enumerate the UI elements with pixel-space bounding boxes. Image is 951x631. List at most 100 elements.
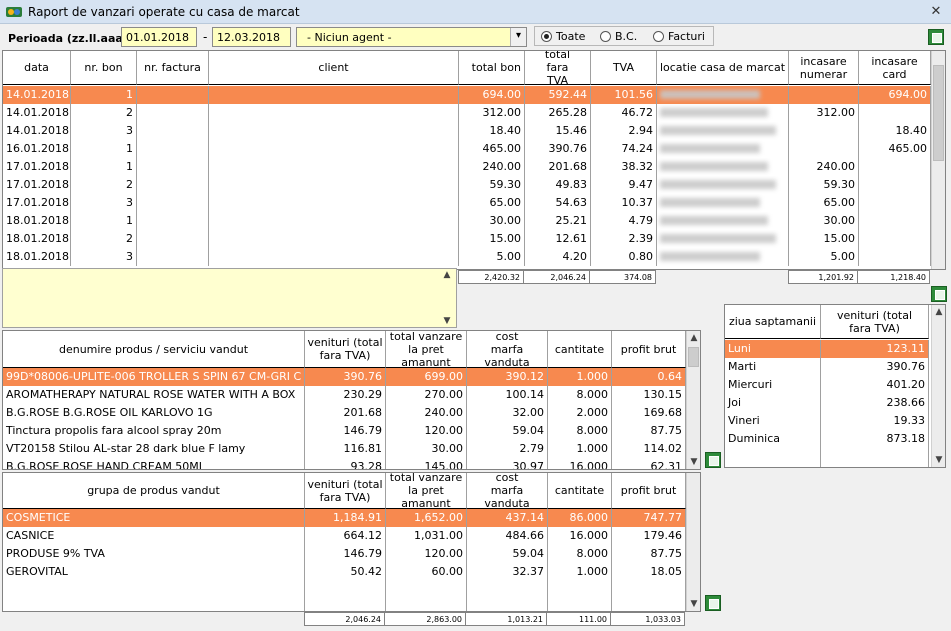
col-group-cost[interactable]: cost marfa vanduta (467, 473, 548, 510)
table-row[interactable]: AROMATHERAPY NATURAL ROSE WATER WITH A B… (3, 386, 686, 404)
weekday-body: Luni 123.11 Marti 390.76 Miercuri 401.20 Joi 23… (725, 340, 929, 467)
groups-table: grupa de produs vandut venituri (total f… (2, 472, 701, 612)
table-cell: 694.00 (459, 86, 525, 104)
col-group-retail[interactable]: total vanzare la pret amanunt (386, 473, 467, 510)
scroll-down-arrow-icon[interactable]: ▼ (932, 455, 945, 465)
close-icon[interactable]: ✕ (927, 3, 945, 21)
table-cell: 312.00 (459, 104, 525, 122)
table-row[interactable]: 14.01.2018 1 694.00 592.44 101.56 694.00 (3, 86, 931, 104)
agent-select[interactable]: - Niciun agent - ▾ (296, 27, 527, 47)
table-row[interactable]: CASNICE 664.12 1,031.00 484.66 16.000 179.46 (3, 527, 686, 545)
table-row[interactable]: Miercuri 401.20 (725, 376, 929, 394)
table-cell: Joi (725, 394, 821, 412)
scroll-up-arrow-icon[interactable]: ▲ (687, 333, 700, 343)
table-cell: 30.97 (467, 458, 548, 469)
col-group-qty[interactable]: cantitate (548, 473, 612, 509)
table-row[interactable]: Luni 123.11 (725, 340, 929, 358)
table-row[interactable]: 14.01.2018 3 18.40 15.46 2.94 18.40 (3, 122, 931, 140)
col-product-revenue[interactable]: venituri (total fara TVA) (305, 331, 386, 368)
col-product-name[interactable]: denumire produs / serviciu vandut (3, 331, 305, 368)
col-group-revenue[interactable]: venituri (total fara TVA) (305, 473, 386, 509)
products-scroll-thumb[interactable] (688, 347, 699, 367)
notes-memo[interactable]: ▲ ▼ (2, 268, 457, 328)
col-location[interactable]: locatie casa de marcat (657, 51, 789, 85)
table-cell: 4.79 (591, 212, 657, 230)
scroll-down-arrow-icon[interactable]: ▼ (687, 457, 700, 467)
scroll-up-arrow-icon[interactable]: ▲ (932, 307, 945, 317)
table-row[interactable]: 16.01.2018 1 465.00 390.76 74.24 465.00 (3, 140, 931, 158)
col-weekday-revenue[interactable]: venituri (total fara TVA) (821, 305, 929, 339)
table-row[interactable]: 17.01.2018 2 59.30 49.83 9.47 59.30 (3, 176, 931, 194)
date-from-input[interactable]: 01.01.2018 (121, 27, 197, 47)
receipts-scroll-thumb[interactable] (933, 65, 944, 161)
scroll-up-arrow-icon[interactable]: ▲ (440, 270, 454, 280)
scroll-down-arrow-icon[interactable]: ▼ (687, 599, 700, 609)
table-row[interactable]: B.G.ROSE ROSE HAND CREAM 50ML 93.28 145.00… (3, 458, 686, 469)
table-row[interactable]: B.G.ROSE B.G.ROSE OIL KARLOVO 1G 201.68 24… (3, 404, 686, 422)
table-row[interactable]: Duminica 873.18 (725, 430, 929, 448)
table-cell: 59.04 (467, 422, 548, 440)
products-scrollbar[interactable]: ▲ ▼ (686, 331, 700, 469)
col-total-no-vat[interactable]: total fara TVA (525, 51, 591, 87)
radio-invoices[interactable] (653, 31, 664, 42)
col-product-retail[interactable]: total vanzare la pret amanunt (386, 331, 467, 369)
table-cell (137, 248, 209, 266)
export-excel-icon[interactable] (705, 452, 721, 468)
col-group-name[interactable]: grupa de produs vandut (3, 473, 305, 509)
table-cell: 230.29 (305, 386, 386, 404)
table-row[interactable]: 18.01.2018 1 30.00 25.21 4.79 30.00 (3, 212, 931, 230)
products-header: denumire produs / serviciu vandut venitu… (3, 331, 686, 369)
table-cell: 16.01.2018 (3, 140, 71, 158)
col-invoice-no[interactable]: nr. factura (137, 51, 209, 85)
radio-all[interactable] (541, 31, 552, 42)
table-cell: 437.14 (467, 509, 548, 527)
table-row[interactable]: GEROVITAL 50.42 60.00 32.37 1.000 18.05 (3, 563, 686, 581)
col-product-cost[interactable]: cost marfa vanduta (467, 331, 548, 369)
col-product-qty[interactable]: cantitate (548, 331, 612, 368)
table-cell (657, 248, 789, 266)
table-row[interactable]: VT20158 Stilou AL-star 28 dark blue F la… (3, 440, 686, 458)
table-row[interactable]: 18.01.2018 3 5.00 4.20 0.80 5.00 (3, 248, 931, 266)
table-cell: 169.68 (612, 404, 686, 422)
table-row[interactable]: Joi 238.66 (725, 394, 929, 412)
export-excel-icon[interactable] (705, 595, 721, 611)
scroll-down-arrow-icon[interactable]: ▼ (440, 316, 454, 326)
chevron-down-icon[interactable]: ▾ (510, 28, 526, 46)
export-excel-icon[interactable] (931, 286, 947, 302)
col-group-profit[interactable]: profit brut (612, 473, 686, 509)
col-date[interactable]: data (3, 51, 71, 85)
table-cell: 30.00 (459, 212, 525, 230)
col-receipt-no[interactable]: nr. bon (71, 51, 137, 85)
weekday-scrollbar[interactable]: ▲ ▼ (931, 305, 945, 467)
col-product-profit[interactable]: profit brut (612, 331, 686, 368)
receipts-scrollbar[interactable] (931, 51, 945, 269)
groups-scrollbar[interactable]: ▼ (686, 473, 700, 611)
table-cell: 873.18 (821, 430, 929, 448)
table-row[interactable]: PRODUSE 9% TVA 146.79 120.00 59.04 8.000 87.7… (3, 545, 686, 563)
table-cell: 699.00 (386, 368, 467, 386)
col-total[interactable]: total bon (459, 51, 525, 85)
table-row[interactable]: Marti 390.76 (725, 358, 929, 376)
table-row[interactable]: 17.01.2018 3 65.00 54.63 10.37 65.00 (3, 194, 931, 212)
date-to-input[interactable]: 12.03.2018 (212, 27, 291, 47)
table-cell: 14.01.2018 (3, 104, 71, 122)
table-row[interactable]: Vineri 19.33 (725, 412, 929, 430)
col-weekday[interactable]: ziua saptamanii (725, 305, 821, 339)
radio-bc[interactable] (600, 31, 611, 42)
table-row[interactable]: COSMETICE 1,184.91 1,652.00 437.14 86.000 747… (3, 509, 686, 527)
table-cell (657, 158, 789, 176)
weekday-table: ziua saptamanii venituri (total fara TVA… (724, 304, 946, 468)
table-row[interactable]: 14.01.2018 2 312.00 265.28 46.72 312.00 (3, 104, 931, 122)
col-client[interactable]: client (209, 51, 459, 85)
col-cash[interactable]: incasare numerar (789, 51, 859, 85)
table-cell: 86.000 (548, 509, 612, 527)
export-excel-icon[interactable] (928, 29, 944, 45)
table-cell: 114.02 (612, 440, 686, 458)
table-cell: 240.00 (789, 158, 859, 176)
table-row[interactable]: 17.01.2018 1 240.00 201.68 38.32 240.00 (3, 158, 931, 176)
col-vat[interactable]: TVA (591, 51, 657, 85)
table-row[interactable]: 18.01.2018 2 15.00 12.61 2.39 15.00 (3, 230, 931, 248)
table-row[interactable]: 99D*08006-UPLITE-006 TROLLER S SPIN 67 C… (3, 368, 686, 386)
col-card[interactable]: incasare card (859, 51, 931, 85)
table-row[interactable]: Tinctura propolis fara alcool spray 20m 1… (3, 422, 686, 440)
